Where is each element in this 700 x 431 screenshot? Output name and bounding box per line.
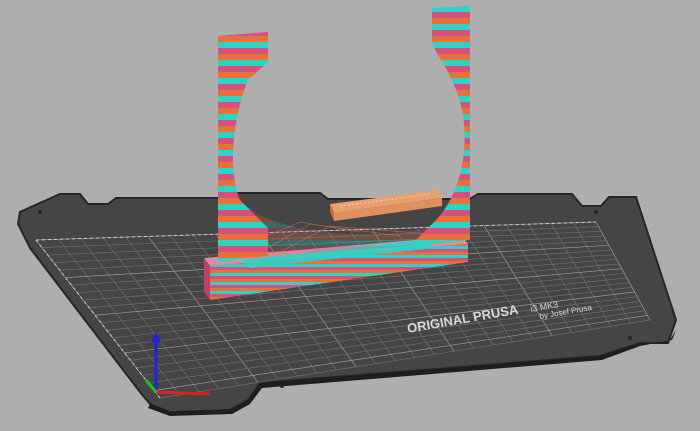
printed-part[interactable] bbox=[204, 6, 470, 300]
3d-viewport[interactable]: ORIGINAL PRUSA i3 MK3 by Josef Prusa bbox=[0, 0, 700, 431]
print-bed: ORIGINAL PRUSA i3 MK3 by Josef Prusa bbox=[16, 192, 678, 416]
bed-hole bbox=[38, 210, 42, 214]
scene-canvas[interactable]: ORIGINAL PRUSA i3 MK3 by Josef Prusa bbox=[0, 0, 700, 431]
bed-hole bbox=[594, 210, 598, 214]
x-axis bbox=[155, 390, 211, 396]
bed-hole bbox=[280, 384, 284, 388]
bed-hole bbox=[628, 336, 632, 340]
